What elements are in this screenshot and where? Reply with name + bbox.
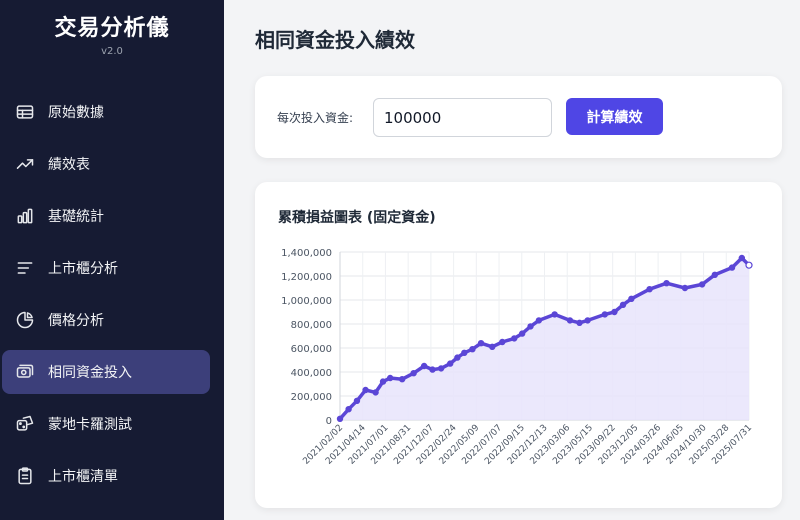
data-point: [745, 261, 753, 269]
data-point: [372, 389, 379, 396]
data-point: [469, 345, 476, 353]
y-tick-label: 800,000: [291, 320, 332, 331]
sidebar-item-label: 相同資金投入: [48, 365, 132, 381]
data-point: [379, 378, 387, 385]
data-point: [461, 349, 468, 356]
data-point: [535, 317, 543, 324]
data-point: [386, 374, 394, 382]
sidebar-item-listed-list[interactable]: 上市櫃清單: [2, 454, 210, 498]
money-icon: [14, 361, 36, 383]
data-point: [698, 281, 706, 288]
data-point: [437, 365, 445, 372]
sidebar-item-price-analysis[interactable]: 價格分析: [2, 298, 210, 342]
data-point: [711, 271, 719, 279]
sidebar-item-same-capital[interactable]: 相同資金投入: [2, 350, 210, 394]
amount-label: 每次投入資金:: [277, 111, 354, 125]
sidebar-item-label: 上市櫃清單: [48, 469, 118, 485]
data-point: [398, 375, 406, 383]
data-point: [454, 354, 461, 361]
sidebar-item-label: 上市櫃分析: [48, 261, 118, 277]
data-point: [566, 317, 574, 324]
sidebar-item-label: 原始數據: [48, 105, 104, 121]
data-point: [738, 254, 746, 262]
list-lines-icon: [14, 257, 36, 279]
data-point: [619, 301, 627, 309]
sidebar-item-listed-analysis[interactable]: 上市櫃分析: [2, 246, 210, 290]
data-point: [353, 397, 361, 404]
capital-input-card: 每次投入資金: 計算績效: [255, 76, 782, 158]
app-version: v2.0: [101, 46, 123, 57]
sidebar-item-performance[interactable]: 績效表: [2, 142, 210, 186]
data-point: [681, 284, 689, 292]
clipboard-icon: [14, 465, 36, 487]
cumulative-pnl-chart: 0 200,000 400,000 600,000 800,000 1,000,000 1,…: [281, 248, 754, 467]
brand: 交易分析儀 v2.0: [0, 0, 224, 92]
calculate-button[interactable]: 計算績效: [566, 98, 663, 135]
y-tick-label: 400,000: [291, 368, 332, 379]
sidebar-item-label: 績效表: [48, 157, 90, 173]
data-point: [420, 362, 428, 370]
main-content: 相同資金投入績效 每次投入資金: 計算績效 累積損益圖表 (固定資金) 0200…: [224, 0, 800, 520]
sidebar-item-label: 價格分析: [48, 313, 104, 329]
bar-chart-icon: [14, 205, 36, 227]
sidebar: 交易分析儀 v2.0 原始數據 績效表 基礎統計 上市櫃分析 價格分析 相同資金…: [0, 0, 224, 520]
sidebar-item-label: 基礎統計: [48, 209, 104, 225]
app-title: 交易分析儀: [54, 16, 170, 41]
data-point: [576, 319, 583, 326]
data-point: [499, 338, 506, 346]
dice-icon: [14, 413, 36, 435]
pie-chart-icon: [14, 309, 36, 331]
y-tick-label: 0: [326, 416, 332, 427]
data-point: [611, 308, 618, 316]
y-tick-label: 1,000,000: [281, 296, 332, 307]
page-title: 相同資金投入績效: [255, 28, 415, 52]
data-point: [551, 311, 558, 318]
sidebar-item-basic-stats[interactable]: 基礎統計: [2, 194, 210, 238]
data-point: [728, 264, 736, 271]
data-point: [646, 285, 653, 293]
data-point: [336, 415, 344, 422]
data-point: [663, 279, 670, 287]
data-point: [584, 317, 591, 324]
data-point: [628, 295, 635, 303]
y-tick-label: 200,000: [291, 392, 332, 403]
sidebar-item-label: 蒙地卡羅測試: [48, 417, 132, 433]
sidebar-item-raw-data[interactable]: 原始數據: [2, 90, 210, 134]
data-point: [362, 386, 369, 394]
data-point: [527, 323, 534, 330]
y-tick-label: 1,400,000: [281, 248, 332, 259]
data-point: [410, 369, 417, 377]
chart-card: 累積損益圖表 (固定資金) 0 200,000 400,000 600,000 800,…: [255, 182, 782, 508]
data-point: [477, 339, 485, 347]
data-point: [518, 330, 526, 337]
data-point: [601, 311, 609, 318]
amount-input[interactable]: [373, 98, 552, 137]
y-tick-label: 600,000: [291, 344, 332, 355]
data-point: [489, 343, 496, 350]
trend-up-icon: [14, 153, 36, 175]
sidebar-item-monte-carlo[interactable]: 蒙地卡羅測試: [2, 402, 210, 446]
data-point: [511, 335, 518, 342]
data-point: [446, 360, 454, 367]
data-point: [429, 366, 436, 373]
table-icon: [14, 101, 36, 123]
y-tick-label: 1,200,000: [281, 272, 332, 283]
data-point: [345, 405, 352, 413]
